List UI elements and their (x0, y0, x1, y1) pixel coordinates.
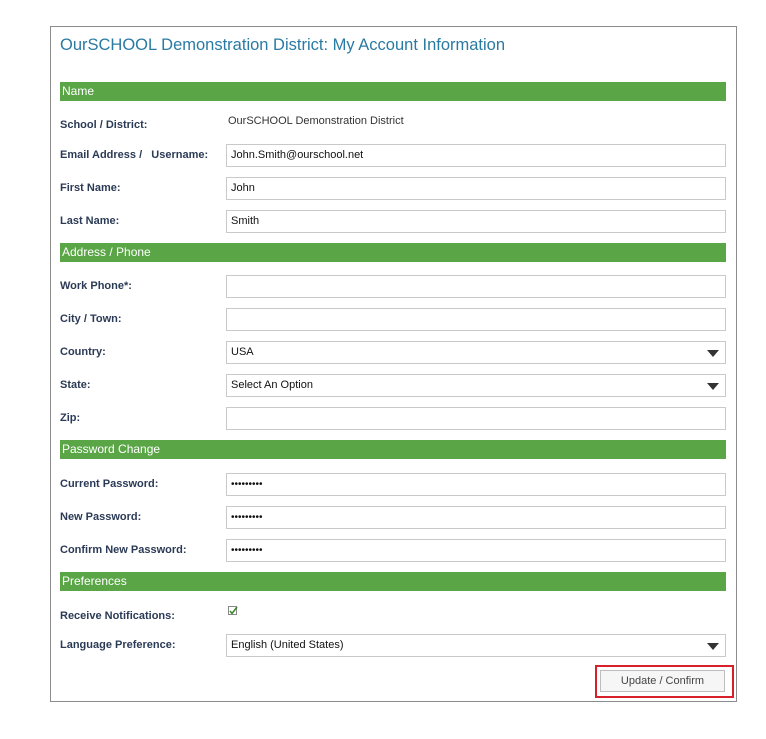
current-password-field[interactable]: ••••••••• (226, 473, 726, 496)
current-password-label: Current Password: (60, 478, 159, 490)
country-select[interactable]: USA (226, 341, 726, 364)
new-password-field[interactable]: ••••••••• (226, 506, 726, 529)
language-select-value: English (United States) (231, 639, 344, 651)
zip-field[interactable] (226, 407, 726, 430)
state-select-value: Select An Option (231, 379, 313, 391)
confirm-password-label: Confirm New Password: (60, 544, 187, 556)
section-name-header: Name (60, 82, 726, 101)
notifications-checkbox[interactable] (228, 606, 238, 616)
page-title: OurSCHOOL Demonstration District: My Acc… (60, 36, 506, 54)
chevron-down-icon (707, 643, 719, 650)
last-name-label: Last Name: (60, 215, 120, 227)
confirm-password-field[interactable]: ••••••••• (226, 539, 726, 562)
section-preferences-header: Preferences (60, 572, 726, 591)
first-name-field[interactable]: John (226, 177, 726, 200)
city-field[interactable] (226, 308, 726, 331)
school-district-label: School / District: (60, 119, 148, 131)
email-field[interactable]: John.Smith@ourschool.net (226, 144, 726, 167)
state-select[interactable]: Select An Option (226, 374, 726, 397)
section-address-header: Address / Phone (60, 243, 726, 262)
country-label: Country: (60, 346, 106, 358)
email-label: Email Address / Username: (60, 149, 209, 161)
city-label: City / Town: (60, 313, 122, 325)
first-name-label: First Name: (60, 182, 121, 194)
work-phone-field[interactable] (226, 275, 726, 298)
language-label: Language Preference: (60, 639, 176, 651)
country-select-value: USA (231, 346, 254, 358)
last-name-field[interactable]: Smith (226, 210, 726, 233)
account-panel (50, 26, 737, 702)
work-phone-label: Work Phone*: (60, 280, 132, 292)
update-confirm-button[interactable]: Update / Confirm (600, 670, 725, 692)
chevron-down-icon (707, 383, 719, 390)
new-password-label: New Password: (60, 511, 142, 523)
notifications-label: Receive Notifications: (60, 610, 175, 622)
school-district-value: OurSCHOOL Demonstration District (228, 115, 404, 127)
chevron-down-icon (707, 350, 719, 357)
state-label: State: (60, 379, 91, 391)
zip-label: Zip: (60, 412, 81, 424)
language-select[interactable]: English (United States) (226, 634, 726, 657)
section-password-header: Password Change (60, 440, 726, 459)
